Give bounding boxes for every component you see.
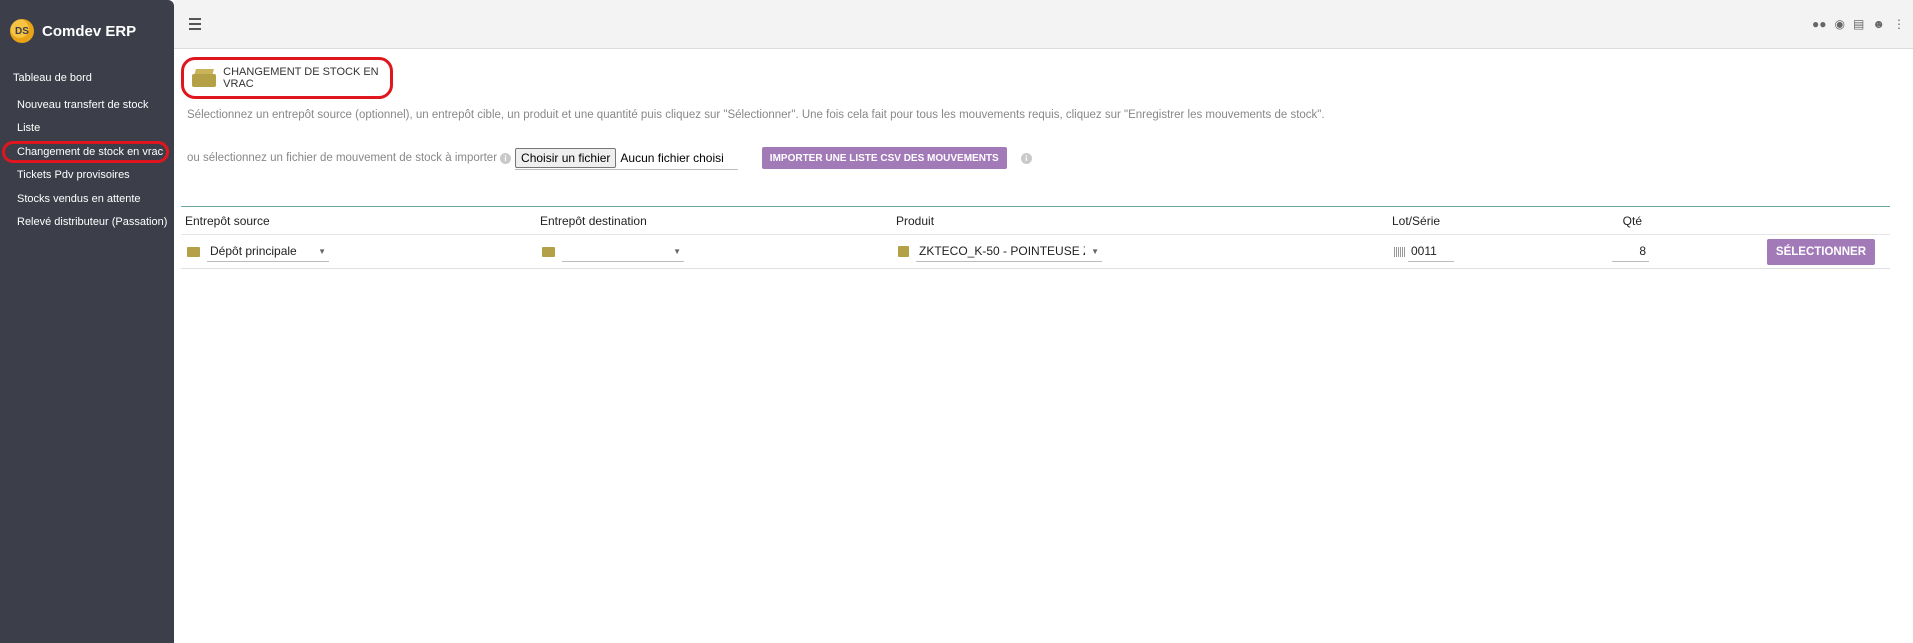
box-icon <box>192 69 216 87</box>
qty-header-label: Qté <box>1622 213 1642 228</box>
page-header: CHANGEMENT DE STOCK EN VRAC <box>181 57 393 99</box>
select-button[interactable]: SÉLECTIONNER <box>1766 238 1875 265</box>
sidebar-item-releve-distributeur-passation[interactable]: Relevé distributeur (Passation) <box>0 211 174 235</box>
col-destination-header: Entrepôt destination <box>540 213 647 228</box>
product-select[interactable]: ZKTECO_K-50 - POINTEUSE ZKTECO ... ▼ <box>916 242 1102 262</box>
import-csv-button[interactable]: IMPORTER UNE LISTE CSV DES MOUVEMENTS <box>761 147 1007 169</box>
users-icon[interactable]: ●● <box>1812 17 1827 31</box>
brand[interactable]: DS Comdev ERP <box>0 0 174 62</box>
qty-input[interactable]: 8 <box>1612 242 1649 262</box>
choose-file-button[interactable]: Choisir un fichier <box>515 147 617 168</box>
sidebar-item-label: Relevé distributeur (Passation) <box>17 216 168 229</box>
sidebar-item-tableau-de-bord[interactable]: Tableau de bord <box>0 62 174 93</box>
barcode-icon <box>1394 246 1405 257</box>
col-qty-header: Qté <box>1612 214 1656 228</box>
sidebar-item-nouveau-transfert-de-stock[interactable]: Nouveau transfert de stock <box>0 93 174 117</box>
user-avatar-icon[interactable]: ☻ <box>1872 17 1885 31</box>
intro-text: Sélectionnez un entrepôt source (optionn… <box>187 109 1325 121</box>
clipboard-icon[interactable]: ▤ <box>1853 17 1864 31</box>
destination-warehouse-select[interactable]: ▼ <box>562 242 684 262</box>
import-row: ou sélectionnez un fichier de mouvement … <box>187 146 1036 170</box>
top-bar: ●● ◉ ▤ ☻ ⋮ <box>174 0 1913 49</box>
file-name-text: Aucun fichier choisi <box>620 150 724 165</box>
warehouse-icon <box>542 246 555 257</box>
info-icon[interactable]: i <box>1020 152 1032 164</box>
sidebar: DS Comdev ERP ⌂ Accueil Tableau de bord ⬢ Pr… <box>0 0 340 643</box>
source-warehouse-value: Dépôt principale <box>210 244 297 258</box>
product-value: ZKTECO_K-50 - POINTEUSE ZKTECO ... <box>919 244 1085 258</box>
lot-cell: 0011 <box>1388 242 1612 262</box>
source-warehouse-select[interactable]: Dépôt principale ▼ <box>207 242 329 262</box>
import-label: ou sélectionnez un fichier de mouvement … <box>187 152 498 164</box>
sidebar-item-stocks-vendus-en-attente[interactable]: Stocks vendus en attente <box>0 187 174 211</box>
table-row: Dépôt principale ▼ ▼ ZKTECO_K-50 - POINT… <box>181 235 1890 269</box>
action-cell: SÉLECTIONNER <box>1656 238 1890 265</box>
chevron-down-icon: ▼ <box>1091 246 1099 256</box>
sidebar-item-label: Liste <box>17 122 41 135</box>
chevron-down-icon: ▼ <box>318 246 326 256</box>
sidebar-item-liste[interactable]: Liste <box>0 117 174 141</box>
file-input[interactable]: Choisir un fichier Aucun fichier choisi <box>515 146 738 170</box>
destination-cell: ▼ <box>536 242 892 262</box>
qty-cell: 8 <box>1612 242 1656 262</box>
more-vertical-icon[interactable]: ⋮ <box>1893 17 1905 31</box>
cube-icon <box>898 246 909 257</box>
sidebar-item-label: Nouveau transfert de stock <box>17 98 149 111</box>
chevron-down-icon: ▼ <box>673 246 681 256</box>
sidebar-item-label: Tickets Pdv provisoires <box>17 169 130 182</box>
col-product-header: Produit <box>896 213 935 228</box>
sidebar-item-label: Stocks vendus en attente <box>17 192 141 205</box>
warehouse-icon <box>187 246 200 257</box>
sidebar-nav: ⌂ Accueil Tableau de bord ⬢ Produits ║ Lots/sé… <box>0 59 340 235</box>
sidebar-item-label: Tableau de bord <box>13 71 92 84</box>
lot-input[interactable]: 0011 <box>1408 242 1454 262</box>
info-icon[interactable]: i <box>500 152 512 164</box>
chat-icon[interactable]: ◉ <box>1835 17 1845 31</box>
app-title: Comdev ERP <box>42 22 137 40</box>
main-content: CHANGEMENT DE STOCK EN VRAC Sélectionnez… <box>174 49 1913 643</box>
header-icons: ●● ◉ ▤ ☻ ⋮ <box>1812 17 1905 31</box>
col-lot-header: Lot/Série <box>1392 213 1441 228</box>
product-cell: ZKTECO_K-50 - POINTEUSE ZKTECO ... ▼ <box>892 242 1388 262</box>
app-logo: DS <box>10 19 34 43</box>
movement-table: Entrepôt source Entrepôt destination Pro… <box>181 206 1890 269</box>
page-title: CHANGEMENT DE STOCK EN VRAC <box>223 66 379 90</box>
sidebar-item-label: Changement de stock en vrac <box>17 145 164 158</box>
sidebar-item-changement-de-stock-en-vrac[interactable]: Changement de stock en vrac <box>0 140 174 164</box>
sidebar-item-tickets-pdv-provisoires[interactable]: Tickets Pdv provisoires <box>0 164 174 188</box>
source-cell: Dépôt principale ▼ <box>181 242 536 262</box>
table-header: Entrepôt source Entrepôt destination Pro… <box>181 207 1890 235</box>
col-source-header: Entrepôt source <box>185 213 270 228</box>
menu-toggle-icon[interactable] <box>189 18 201 33</box>
